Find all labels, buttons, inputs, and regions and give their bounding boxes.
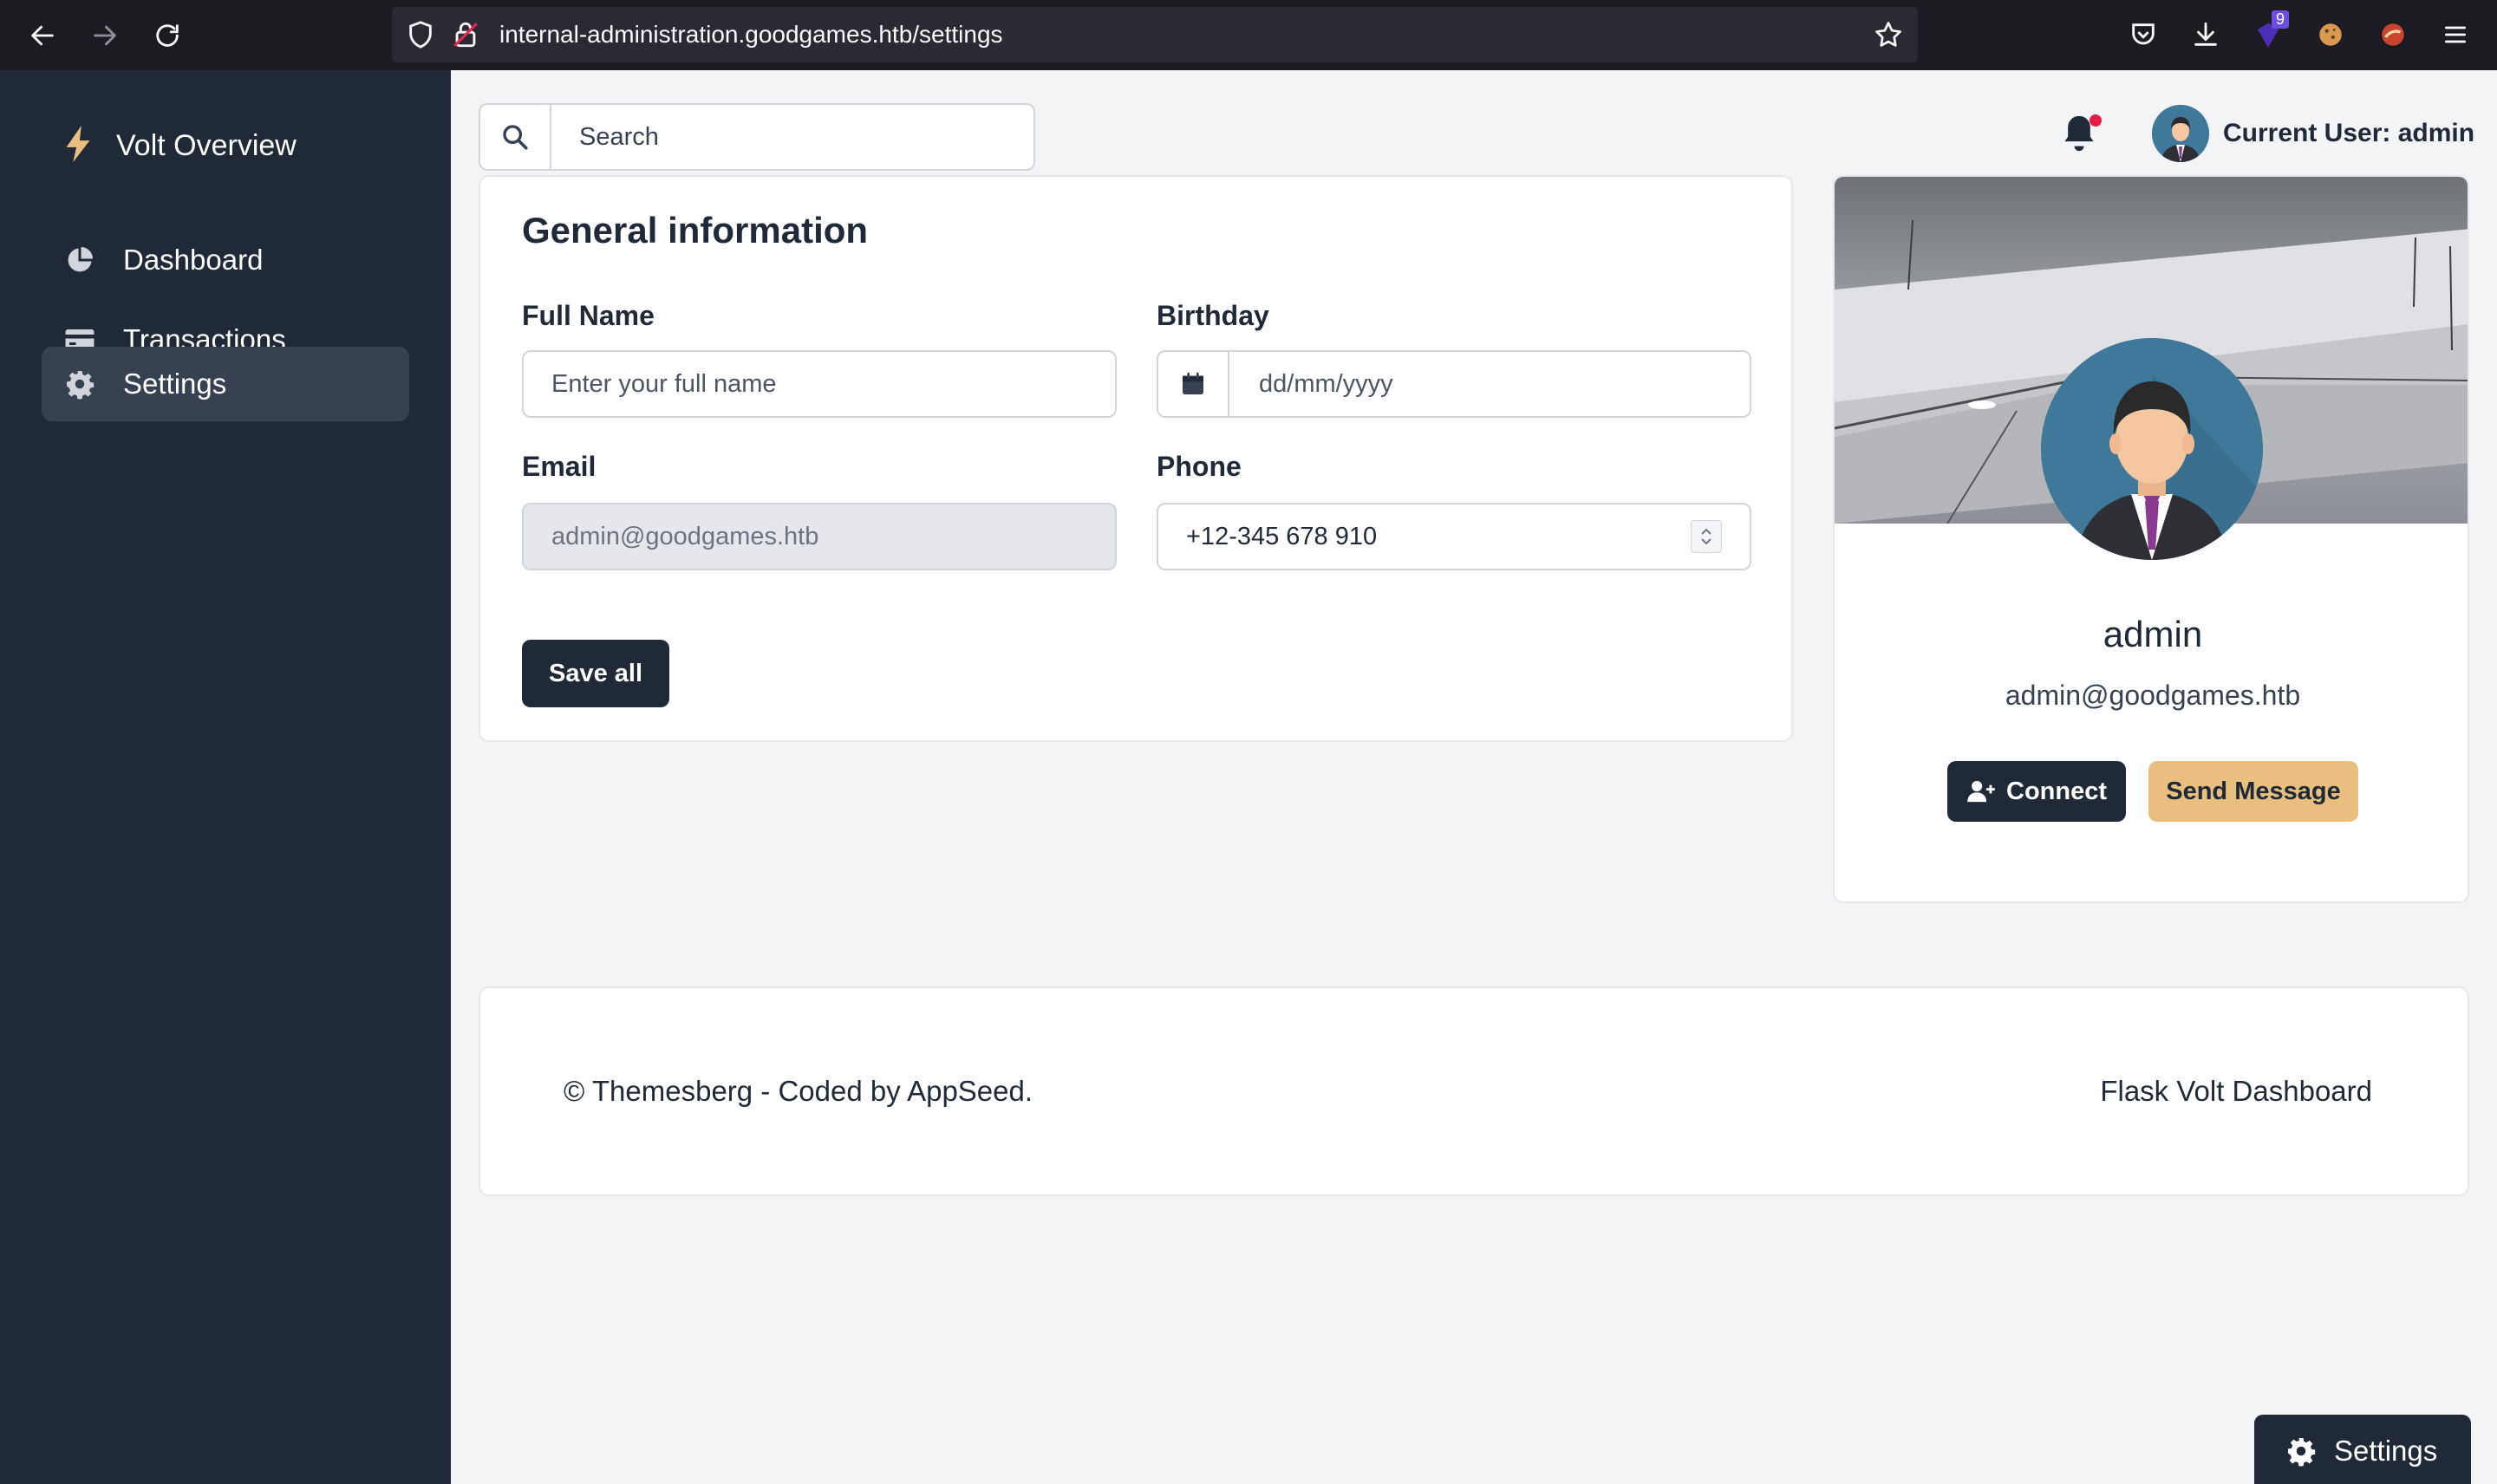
calendar-icon — [1158, 352, 1229, 416]
lightning-icon — [61, 124, 95, 168]
arrow-right-icon — [94, 25, 116, 46]
shield-icon[interactable] — [406, 19, 435, 55]
url-text[interactable]: internal-administration.goodgames.htb/se… — [499, 7, 1003, 62]
reload-icon — [156, 24, 179, 47]
bookmark-star-icon[interactable] — [1873, 19, 1904, 55]
phone-field — [1157, 503, 1751, 570]
gear-icon — [62, 367, 97, 401]
profile-avatar — [2041, 338, 2263, 560]
sidebar-item-settings[interactable]: Settings — [42, 347, 409, 421]
chevron-up-icon — [1701, 528, 1711, 535]
sidebar-item-dashboard[interactable]: Dashboard — [42, 223, 409, 297]
pocket-icon[interactable] — [2126, 17, 2161, 52]
extension-badge: 9 — [2271, 10, 2289, 29]
birthday-input[interactable] — [1231, 352, 1748, 416]
back-button[interactable] — [24, 17, 61, 54]
download-icon[interactable] — [2188, 17, 2223, 52]
profile-email: admin@goodgames.htb — [2005, 680, 2301, 711]
email-field — [522, 503, 1117, 570]
arrow-left-icon — [31, 25, 54, 46]
user-menu[interactable]: Current User: admin — [2152, 105, 2474, 162]
addon-icon[interactable] — [2376, 17, 2410, 52]
search-box — [479, 103, 1035, 171]
current-user-label: Current User: admin — [2223, 119, 2475, 147]
brand-label: Volt Overview — [116, 128, 297, 162]
email-input[interactable] — [524, 504, 1113, 569]
chevron-down-icon — [1701, 538, 1711, 545]
brand-link[interactable]: Volt Overview — [61, 124, 297, 167]
footer-product: Flask Volt Dashboard — [2100, 1075, 2372, 1107]
birthday-field — [1157, 350, 1751, 418]
birthday-label: Birthday — [1157, 300, 1269, 331]
send-message-button[interactable]: Send Message — [2148, 761, 2358, 822]
full-name-field — [522, 350, 1117, 418]
avatar — [2152, 105, 2209, 162]
phone-label: Phone — [1157, 451, 1242, 482]
footer-copyright: © Themesberg - Coded by AppSeed. — [564, 1075, 1033, 1107]
full-name-label: Full Name — [522, 300, 655, 331]
user-plus-icon — [1966, 779, 1996, 804]
profile-card: admin admin@goodgames.htb Connect Send M… — [1833, 175, 2469, 903]
sidebar-item-label: Dashboard — [123, 244, 264, 276]
lock-insecure-icon[interactable] — [451, 19, 480, 55]
card-title: General information — [522, 210, 869, 251]
extension-icon[interactable]: 9 — [2251, 10, 2289, 52]
full-name-input[interactable] — [524, 352, 1113, 416]
general-information-card: General information Full Name Birthday E… — [479, 175, 1793, 742]
number-stepper[interactable] — [1691, 520, 1722, 553]
cookie-icon[interactable] — [2313, 17, 2348, 52]
email-label: Email — [522, 451, 597, 482]
footer: © Themesberg - Coded by AppSeed. Flask V… — [479, 986, 2469, 1196]
save-all-button[interactable]: Save all — [522, 640, 669, 707]
profile-name: admin — [2103, 614, 2203, 654]
settings-floating-label: Settings — [2334, 1435, 2438, 1467]
notifications-button[interactable] — [2060, 113, 2102, 158]
notification-dot — [2090, 114, 2102, 127]
connect-button[interactable]: Connect — [1947, 761, 2126, 822]
settings-floating-button[interactable]: Settings — [2254, 1415, 2471, 1484]
browser-toolbar: internal-administration.goodgames.htb/se… — [0, 0, 2497, 70]
menu-icon[interactable] — [2438, 17, 2473, 52]
sidebar: Volt Overview Dashboard Transactions Set… — [0, 70, 451, 1484]
sidebar-item-label: Settings — [123, 368, 227, 400]
search-icon — [480, 105, 551, 169]
forward-button[interactable] — [87, 17, 123, 54]
phone-input[interactable] — [1158, 504, 1661, 569]
connect-label: Connect — [2006, 777, 2107, 805]
pie-chart-icon — [62, 243, 97, 277]
gear-icon — [2285, 1435, 2317, 1467]
address-bar[interactable]: internal-administration.goodgames.htb/se… — [392, 7, 1918, 62]
reload-button[interactable] — [149, 17, 186, 54]
search-input[interactable] — [551, 105, 1020, 169]
